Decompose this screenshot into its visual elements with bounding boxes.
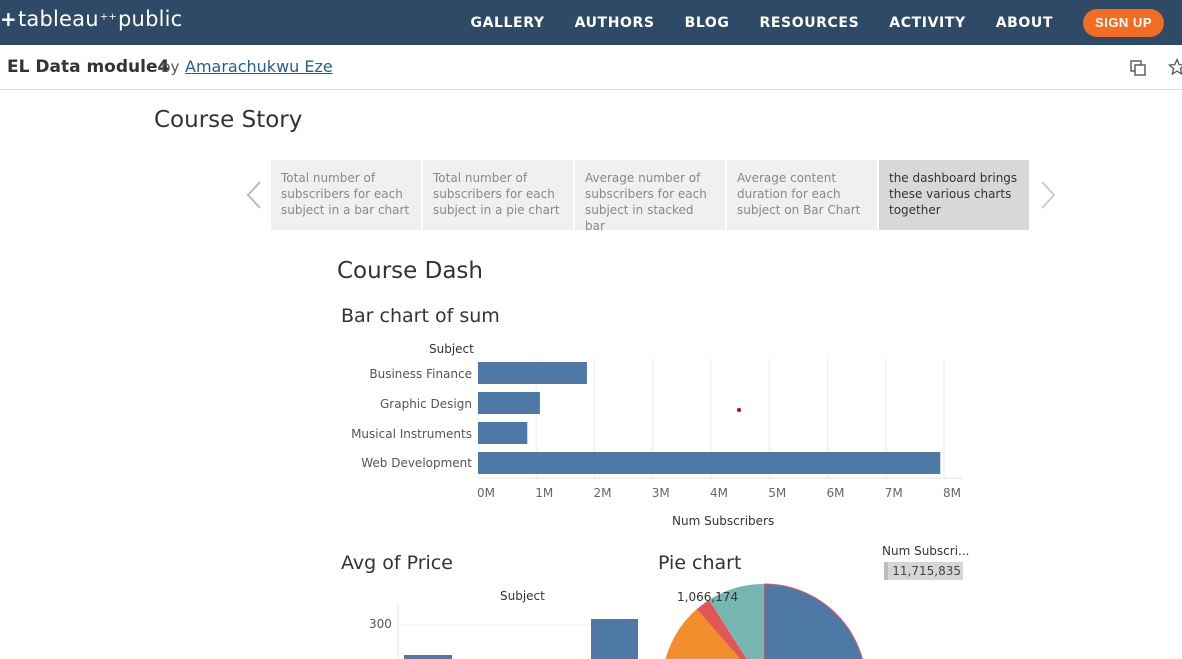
nav-gallery[interactable]: GALLERY — [470, 15, 544, 31]
bar-graphic-design — [478, 392, 540, 414]
bar-chart-x-ticks: 0M 1M 2M 3M 4M 5M 6M 7M 8M — [477, 486, 961, 500]
favorite-star-icon[interactable] — [1168, 58, 1182, 76]
bar-label-musical-instruments: Musical Instruments — [351, 427, 472, 441]
pie-slice-label: 1,066,174 — [677, 590, 739, 604]
num-subscribers-filter-title: Num Subscri... — [882, 544, 970, 558]
pie-chart — [665, 583, 863, 659]
bar-chart-x-tick: 6M — [827, 486, 845, 500]
logo-text-left: tableau — [17, 7, 99, 31]
bar-chart-subject-header: Subject — [429, 342, 474, 356]
avg-price-subject-header: Subject — [500, 589, 545, 603]
pie-slice-web-development — [763, 583, 863, 659]
bar-chart-x-tick: 5M — [768, 486, 786, 500]
viz-title-bar: EL Data module4 by Amarachukwu Eze — [0, 45, 1182, 90]
pie-chart-title: Pie chart — [658, 552, 742, 574]
logo-text-right: public — [118, 7, 183, 31]
nav-activity[interactable]: ACTIVITY — [889, 15, 965, 31]
avg-price-y-tick: 300 — [369, 617, 392, 631]
nav-about[interactable]: ABOUT — [996, 15, 1053, 31]
bar-web-development — [478, 452, 941, 474]
nav-resources[interactable]: RESOURCES — [759, 15, 859, 31]
story-point-2[interactable]: Total number of subscribers for each sub… — [423, 160, 573, 230]
bar-chart-x-tick: 0M — [477, 486, 495, 500]
bar-chart-x-tick: 3M — [652, 486, 670, 500]
story-next-arrow-icon[interactable] — [1038, 180, 1058, 210]
bar-chart-x-axis-title: Num Subscribers — [672, 514, 775, 528]
nav-authors[interactable]: AUTHORS — [575, 15, 655, 31]
bar-chart-x-tick: 1M — [535, 486, 553, 500]
author-link[interactable]: Amarachukwu Eze — [185, 57, 333, 76]
logo-separator-icon: ⁺⁺ — [99, 9, 118, 29]
story-point-5[interactable]: the dashboard brings these various chart… — [879, 160, 1029, 230]
dashboard-title: Course Dash — [337, 258, 483, 284]
bar-chart-x-tick: 2M — [594, 486, 612, 500]
viz-title: EL Data module4 — [7, 57, 170, 77]
nav-blog[interactable]: BLOG — [685, 15, 730, 31]
bar-chart-bars — [478, 362, 941, 474]
subscribers-bar-chart: 0M 1M 2M 3M 4M 5M 6M 7M 8M — [477, 358, 962, 500]
story-point-1[interactable]: Total number of subscribers for each sub… — [271, 160, 421, 230]
tableau-plus-icon: + — [0, 7, 17, 31]
bar-label-graphic-design: Graphic Design — [380, 397, 472, 411]
bar-chart-x-tick: 4M — [710, 486, 728, 500]
nav-links: GALLERY AUTHORS BLOG RESOURCES ACTIVITY … — [470, 0, 1182, 45]
avg-price-bar-4 — [591, 619, 638, 659]
by-label: by — [161, 58, 180, 76]
tableau-public-logo[interactable]: + tableau ⁺⁺ public — [0, 4, 182, 34]
bar-chart-x-tick: 7M — [885, 486, 903, 500]
story-point-3[interactable]: Average number of subscribers for each s… — [575, 160, 725, 233]
story-points: Total number of subscribers for each sub… — [271, 160, 1031, 233]
bar-chart-grid — [478, 358, 962, 479]
top-nav: + tableau ⁺⁺ public GALLERY AUTHORS BLOG… — [0, 0, 1182, 45]
copy-icon[interactable] — [1129, 59, 1147, 77]
sign-up-button[interactable]: SIGN UP — [1083, 8, 1164, 37]
bar-musical-instruments — [478, 422, 528, 444]
story-point-4[interactable]: Average content duration for each subjec… — [727, 160, 877, 230]
bar-label-web-development: Web Development — [361, 456, 472, 470]
bar-business-finance — [478, 362, 587, 384]
bar-chart-title: Bar chart of sum — [341, 305, 500, 327]
story-title: Course Story — [154, 107, 303, 133]
pie-slice-musical-instruments — [697, 600, 747, 659]
red-marker-dot — [737, 408, 741, 412]
story-prev-arrow-icon[interactable] — [244, 180, 264, 210]
avg-price-bar-1 — [404, 655, 452, 659]
avg-price-chart — [397, 604, 640, 659]
bar-label-business-finance: Business Finance — [369, 367, 472, 381]
avg-price-title: Avg of Price — [341, 552, 453, 574]
num-subscribers-filter[interactable]: 11,715,835 — [884, 562, 963, 580]
pie-slice-business-finance — [665, 608, 742, 659]
bar-chart-x-tick: 8M — [943, 486, 961, 500]
